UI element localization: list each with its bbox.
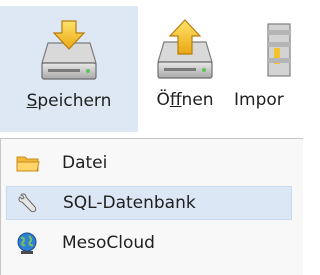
import-icon	[264, 18, 320, 80]
globe-icon	[16, 232, 38, 254]
open-drive-icon	[156, 18, 214, 80]
ribbon-toolbar: Speichern Öffnen Impor	[0, 0, 303, 138]
folder-icon	[16, 152, 40, 174]
wrench-icon	[17, 192, 39, 214]
menu-item-file[interactable]: Datei	[6, 146, 292, 180]
menu-item-file-label: Datei	[62, 153, 108, 173]
save-button[interactable]: Speichern	[0, 6, 138, 132]
open-button[interactable]: Öffnen	[140, 6, 230, 132]
menu-item-sql-database[interactable]: SQL-Datenbank	[6, 186, 292, 220]
menu-item-mesocloud[interactable]: MesoCloud	[6, 226, 292, 260]
save-button-label: Speichern	[26, 91, 112, 111]
menu-item-mesocloud-label: MesoCloud	[62, 233, 155, 253]
import-button-label: Impor	[234, 90, 284, 110]
save-dropdown-menu: Datei SQL-Datenbank MesoCloud	[0, 138, 303, 275]
open-button-label: Öffnen	[156, 90, 214, 110]
save-drive-icon	[40, 19, 98, 81]
menu-item-sql-database-label: SQL-Datenbank	[63, 193, 196, 213]
import-button[interactable]: Impor	[232, 6, 320, 132]
